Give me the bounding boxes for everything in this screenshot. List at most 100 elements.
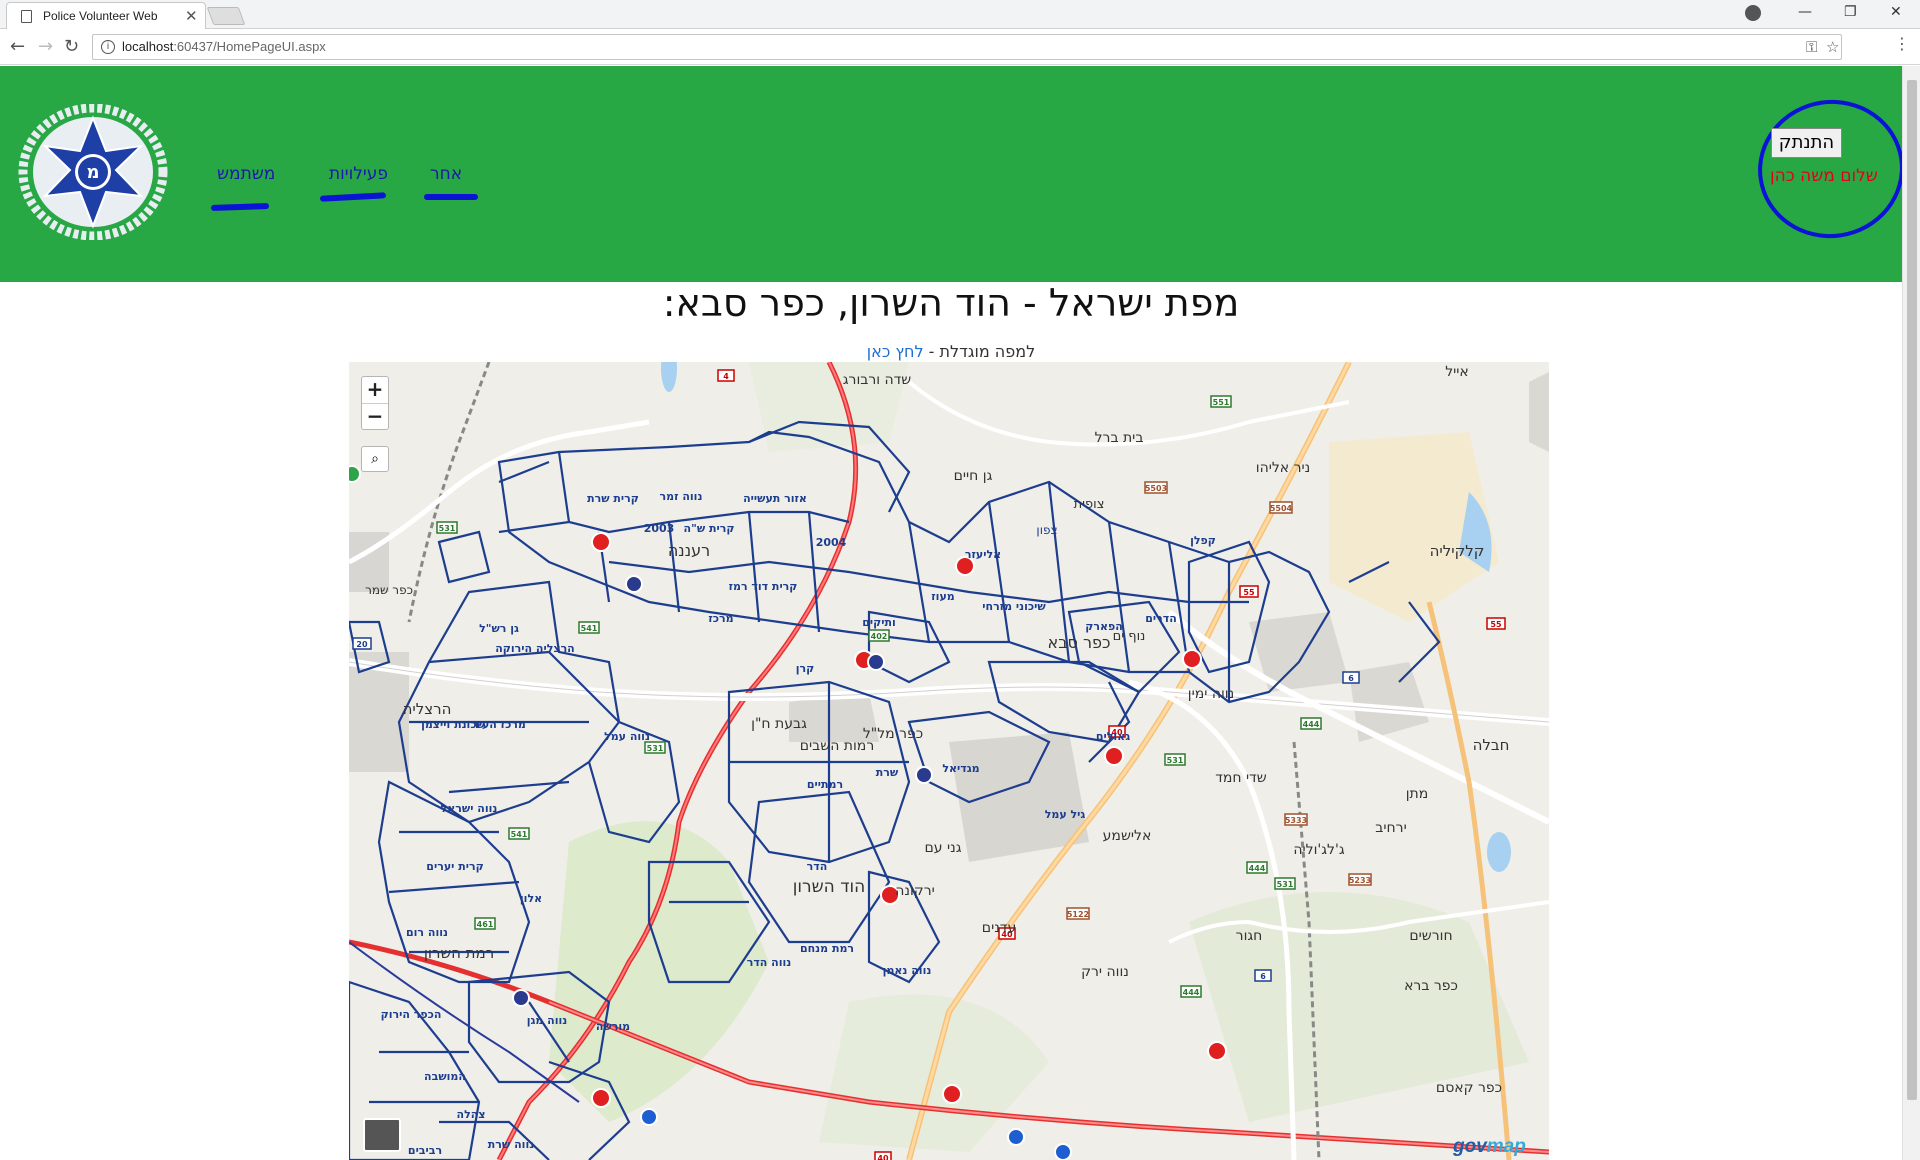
map-label: רמת השרון	[424, 944, 494, 962]
neighbourhood-label: אלון	[520, 892, 542, 905]
road-shield: 551	[1213, 398, 1230, 407]
key-icon[interactable]: ⚿	[1806, 38, 1817, 56]
back-icon[interactable]: ←	[10, 36, 25, 57]
neighbourhood-label: קרית דוד רמז	[729, 580, 798, 593]
browser-toolbar: ← → ↻ i localhost:60437/HomePageUI.aspx …	[0, 29, 1920, 65]
road-shield: 55	[1243, 588, 1255, 597]
neighbourhood-label: רמתיים	[807, 778, 843, 791]
map-label: קלקיליה	[1430, 542, 1485, 560]
minimize-icon[interactable]: —	[1798, 4, 1812, 20]
map-canvas[interactable]: 4 551 5503 5504 531 541 55 55 6 444 402 …	[349, 362, 1549, 1160]
address-bar[interactable]: i localhost:60437/HomePageUI.aspx ⚿ ☆	[92, 34, 1842, 60]
police-station-marker	[591, 532, 611, 552]
road-shield: 444	[1249, 864, 1266, 873]
map-view[interactable]: 4 551 5503 5504 531 541 55 55 6 444 402 …	[349, 362, 1549, 1160]
police-unit-marker	[625, 575, 643, 593]
road-shield: 6	[1260, 972, 1266, 981]
road-shield: 20	[356, 640, 368, 649]
neighbourhood-label: מעוז	[931, 590, 954, 603]
map-subtitle: למפה מוגדלת - לחץ כאן	[866, 342, 1036, 361]
map-label: שדי חמד	[1215, 770, 1267, 786]
browser-menu-icon[interactable]: ⋮	[1894, 34, 1910, 53]
map-label: אייל	[1445, 364, 1469, 380]
police-station-marker	[942, 1084, 962, 1104]
map-label: כפר סבא	[1048, 633, 1111, 652]
road-shield: 55	[1490, 620, 1502, 629]
account-icon[interactable]	[1745, 5, 1761, 21]
map-search-icon[interactable]: ⌕	[361, 446, 389, 472]
neighbourhood-label: נווה נאמן	[883, 964, 932, 977]
neighbourhood-label: קפלן	[1190, 534, 1216, 547]
zoom-out-button[interactable]: −	[362, 403, 388, 429]
underline-annotation	[210, 202, 270, 212]
police-unit-marker	[640, 1108, 658, 1126]
enlarge-map-link[interactable]: לחץ כאן	[867, 342, 924, 361]
police-station-marker	[1182, 649, 1202, 669]
zoom-in-button[interactable]: +	[362, 377, 388, 403]
page-icon	[21, 10, 32, 23]
map-label: רמות השבים	[800, 738, 874, 754]
neighbourhood-label: רביבים	[408, 1144, 442, 1157]
neighbourhood-label: נווה עמל	[604, 730, 650, 743]
neighbourhood-label: נווה שרת	[488, 1138, 534, 1151]
road-shield: 531	[647, 744, 664, 753]
police-station-marker	[1207, 1041, 1227, 1061]
nav-link-other[interactable]: אחר	[430, 164, 462, 184]
neighbourhood-label: שיכוני מזרחי	[982, 600, 1046, 613]
road-shield: 4	[723, 372, 729, 381]
restore-icon[interactable]: ❐	[1844, 4, 1857, 20]
user-greeting: שלום משה כהן	[1770, 166, 1878, 186]
page-title: מפת ישראל - הוד השרון, כפר סבא:	[662, 281, 1240, 325]
police-unit-marker	[1007, 1128, 1025, 1146]
map-label: אלישמע	[1103, 828, 1152, 844]
scrollbar-thumb[interactable]	[1907, 80, 1917, 1100]
police-station-marker	[1104, 746, 1124, 766]
neighbourhood-label: 2004	[816, 536, 847, 549]
road-shield: 541	[581, 624, 598, 633]
page-viewport: מ משתמש פעילויות אחר התנתק שלום משה כהן …	[0, 66, 1920, 1160]
forward-icon[interactable]: →	[38, 36, 53, 57]
browser-tab[interactable]: Police Volunteer Web ✕	[6, 2, 206, 29]
police-unit-marker	[915, 766, 933, 784]
close-tab-icon[interactable]: ✕	[185, 7, 198, 25]
road-shield: 6	[1348, 674, 1354, 683]
browser-tab-strip: Police Volunteer Web ✕ — ❐ ✕	[0, 0, 1920, 29]
neighbourhood-label: קרית שרת	[587, 492, 639, 505]
neighbourhood-label: 2003	[644, 522, 675, 535]
star-icon[interactable]: ☆	[1826, 38, 1839, 56]
police-unit-marker	[1054, 1143, 1072, 1160]
neighbourhood-label: מרכז	[708, 612, 733, 625]
info-icon[interactable]: i	[101, 40, 115, 54]
police-station-marker	[591, 1088, 611, 1108]
road-shield: 531	[1277, 880, 1294, 889]
road-shield: 40	[877, 1154, 889, 1160]
map-label: עדנים	[982, 920, 1016, 936]
new-tab-button[interactable]	[206, 7, 246, 25]
map-poi-marker	[349, 465, 361, 483]
map-label: כפר קאסם	[1436, 1080, 1502, 1096]
layer-switcher-thumbnail[interactable]	[363, 1118, 401, 1152]
road-shield: 5503	[1145, 484, 1167, 493]
nav-link-activities[interactable]: פעילויות	[329, 164, 388, 184]
neighbourhood-label: נווה הדר	[747, 956, 792, 969]
nav-link-users[interactable]: משתמש	[217, 164, 275, 184]
map-label: כפר ברא	[1404, 978, 1458, 994]
neighbourhood-label: גן רש"ל	[479, 622, 519, 635]
page-scrollbar[interactable]	[1902, 66, 1920, 1160]
neighbourhood-label: הרצליה הירוקה	[495, 642, 575, 655]
road-shield: 5122	[1067, 910, 1089, 919]
neighbourhood-label: מורשה	[596, 1020, 630, 1033]
logout-button[interactable]: התנתק	[1771, 128, 1842, 158]
reload-icon[interactable]: ↻	[64, 36, 79, 57]
map-label: צפון	[1036, 523, 1057, 537]
neighbourhood-label: הדר	[807, 860, 828, 873]
neighbourhood-label: ותיקים	[862, 616, 896, 629]
road-shield: 461	[477, 920, 494, 929]
police-unit-marker	[867, 653, 885, 671]
window-close-icon[interactable]: ✕	[1890, 4, 1902, 20]
map-label: שדה ורבורג	[843, 372, 912, 388]
site-header: מ משתמש פעילויות אחר התנתק שלום משה כהן	[0, 66, 1913, 282]
road-shield: 541	[511, 830, 528, 839]
map-label: הרצליה	[403, 700, 452, 718]
map-label: צופית	[1074, 497, 1105, 512]
